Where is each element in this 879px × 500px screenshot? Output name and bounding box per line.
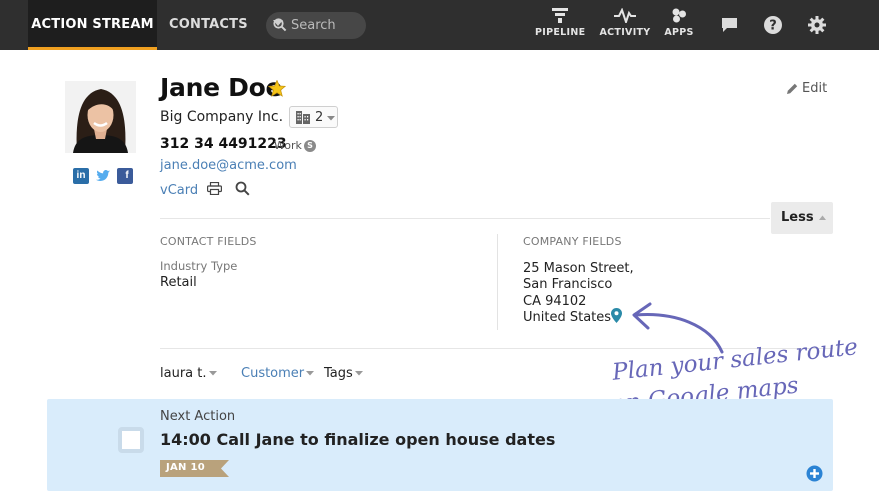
chevron-down-icon — [354, 371, 363, 376]
search-icon[interactable] — [235, 181, 250, 196]
avatar — [65, 81, 136, 153]
address-line-1: 25 Mason Street, — [523, 261, 634, 276]
vcard-link[interactable]: vCard — [160, 183, 198, 198]
add-action-icon[interactable] — [806, 465, 823, 482]
search-input[interactable] — [291, 16, 349, 35]
less-label: Less — [781, 210, 814, 225]
chevron-down-icon — [208, 371, 217, 376]
less-button[interactable]: Less — [771, 202, 833, 234]
phone-number[interactable]: 312 34 4491223 — [160, 136, 287, 152]
company-contacts-dropdown[interactable]: 2 — [289, 106, 338, 128]
top-navigation-bar: ACTION STREAM CONTACTS PIPELINE ACTIVITY — [0, 0, 879, 50]
action-complete-checkbox[interactable] — [118, 427, 144, 453]
industry-type-value: Retail — [160, 275, 197, 290]
star-icon[interactable] — [268, 80, 286, 97]
apps-icon — [672, 8, 686, 23]
section-divider — [160, 218, 770, 219]
company-fields-heading: COMPANY FIELDS — [523, 235, 622, 248]
contact-name: Jane Doe — [160, 73, 283, 102]
chevron-down-icon[interactable] — [273, 20, 283, 27]
phone-type-label: Work — [274, 139, 302, 152]
company-name[interactable]: Big Company Inc. — [160, 109, 283, 125]
map-pin-icon[interactable] — [611, 308, 622, 323]
pipeline-label: PIPELINE — [535, 27, 586, 38]
edit-label: Edit — [802, 81, 828, 96]
activity-button[interactable]: ACTIVITY — [599, 8, 651, 38]
next-action-title[interactable]: 14:00 Call Jane to finalize open house d… — [160, 430, 555, 449]
company-count: 2 — [315, 110, 324, 125]
status-label: Customer — [241, 366, 305, 381]
svg-text:?: ? — [769, 19, 777, 34]
chat-icon[interactable] — [721, 17, 738, 33]
pulse-icon — [614, 8, 636, 23]
help-icon[interactable]: ? — [764, 16, 782, 34]
industry-type-label: Industry Type — [160, 259, 238, 273]
pipeline-button[interactable]: PIPELINE — [535, 8, 585, 38]
contact-fields-heading: CONTACT FIELDS — [160, 235, 257, 248]
profile-photo-icon — [65, 81, 136, 153]
tags-label: Tags — [324, 366, 353, 381]
funnel-icon — [552, 8, 568, 23]
twitter-icon[interactable] — [95, 168, 111, 184]
skype-icon[interactable]: S — [304, 140, 316, 152]
date-label: JAN 10 — [166, 462, 206, 473]
activity-label: ACTIVITY — [599, 27, 651, 38]
building-icon — [296, 111, 310, 124]
tags-dropdown[interactable]: Tags — [324, 366, 363, 381]
address-line-4: United States — [523, 310, 612, 325]
pencil-icon — [787, 83, 798, 94]
chevron-up-icon — [819, 215, 826, 220]
chevron-down-icon — [306, 371, 315, 376]
tab-action-stream[interactable]: ACTION STREAM — [28, 0, 157, 50]
owner-dropdown[interactable]: laura t. — [160, 366, 217, 381]
email-link[interactable]: jane.doe@acme.com — [160, 158, 297, 173]
search-box[interactable] — [266, 12, 366, 39]
linkedin-icon[interactable]: in — [73, 168, 89, 184]
next-action-label: Next Action — [160, 409, 236, 424]
fields-divider — [497, 234, 498, 330]
facebook-icon[interactable]: f — [117, 168, 133, 184]
print-icon[interactable] — [207, 182, 222, 195]
date-badge: JAN 10 — [160, 460, 229, 481]
owner-label: laura t. — [160, 366, 207, 381]
address-line-3: CA 94102 — [523, 294, 587, 309]
gear-icon[interactable] — [808, 16, 826, 34]
status-dropdown[interactable]: Customer — [241, 366, 315, 381]
apps-label: APPS — [664, 27, 694, 38]
chevron-down-icon — [327, 116, 335, 121]
apps-button[interactable]: APPS — [664, 8, 694, 38]
tab-contacts[interactable]: CONTACTS — [169, 0, 248, 50]
address-line-2: San Francisco — [523, 277, 613, 292]
